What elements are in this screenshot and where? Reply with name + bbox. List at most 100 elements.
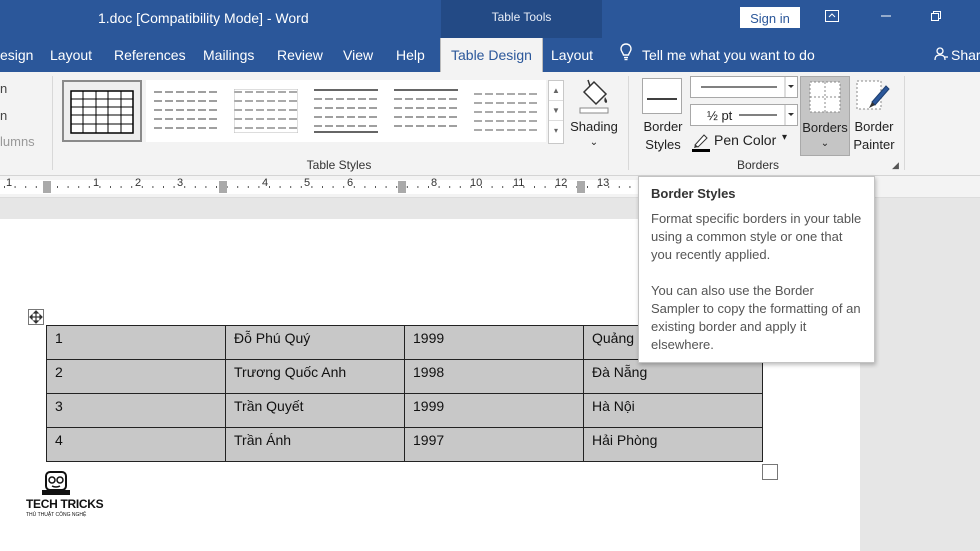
ruler-tick xyxy=(120,186,122,188)
ruler-tick xyxy=(152,186,154,188)
ruler-tick xyxy=(629,186,631,188)
share-label: Shar xyxy=(951,47,980,63)
ribbon-left-item-1[interactable]: n xyxy=(0,81,7,96)
border-styles-tooltip: Border Styles Format specific borders in… xyxy=(638,176,875,363)
ruler-tick xyxy=(163,186,164,188)
group-separator xyxy=(628,76,629,170)
table-cell[interactable]: 1997 xyxy=(404,427,584,462)
table-tools-context-label: Table Tools xyxy=(441,0,602,38)
ruler-number: 13 xyxy=(597,177,610,189)
ruler-tick xyxy=(99,186,101,188)
pen-color-button[interactable]: Pen Color ▾ xyxy=(692,130,798,152)
ribbon-left-item-3[interactable]: lumns xyxy=(0,134,35,149)
ruler-number: 5 xyxy=(304,177,311,189)
table-cell[interactable]: 3 xyxy=(46,393,226,428)
tab-help[interactable]: Help xyxy=(396,38,425,72)
tab-view[interactable]: View xyxy=(343,38,373,72)
table-cell[interactable]: Hà Nội xyxy=(583,393,763,428)
table-cell[interactable]: 1999 xyxy=(404,325,584,360)
table-move-handle-icon[interactable] xyxy=(28,309,44,325)
restore-icon[interactable] xyxy=(926,6,946,28)
table-style-plain-4[interactable] xyxy=(386,80,466,142)
tab-design[interactable]: esign xyxy=(0,38,33,72)
borders-button[interactable]: Borders ⌄ xyxy=(800,76,850,156)
table-style-plain-2[interactable] xyxy=(226,80,306,142)
shading-label: Shading xyxy=(570,119,618,134)
minimize-icon[interactable] xyxy=(876,6,896,28)
table-cell[interactable]: 1998 xyxy=(404,359,584,394)
tab-references[interactable]: References xyxy=(114,38,186,72)
table-row[interactable]: 4 Trần Ánh 1997 Hải Phòng xyxy=(46,427,763,462)
table-cell[interactable]: Trương Quốc Anh xyxy=(225,359,405,394)
ruler-tick xyxy=(459,186,461,188)
border-painter-icon xyxy=(856,80,890,117)
logo-tagline: THỦ THUẬT CÔNG NGHỆ xyxy=(26,512,87,518)
ruler-column-marker[interactable] xyxy=(577,181,585,193)
ruler-number: 12 xyxy=(555,177,568,189)
ruler-number: 6 xyxy=(347,177,354,189)
table-style-plain-3[interactable] xyxy=(306,80,386,142)
share-button[interactable]: Shar xyxy=(934,38,980,72)
border-painter-button[interactable]: Border Painter xyxy=(850,76,898,156)
ruler-tick xyxy=(173,186,175,188)
table-cell[interactable]: 1 xyxy=(46,325,226,360)
ruler-tick xyxy=(502,186,504,188)
ribbon-left-item-2[interactable]: n xyxy=(0,108,7,123)
ruler-tick xyxy=(322,186,323,188)
ruler-tick xyxy=(375,186,376,188)
table-style-grid[interactable] xyxy=(62,80,142,142)
ruler-column-marker[interactable] xyxy=(398,181,406,193)
table-cell[interactable]: 2 xyxy=(46,359,226,394)
tab-mailings[interactable]: Mailings xyxy=(203,38,254,72)
table-cell[interactable]: Đỗ Phú Quý xyxy=(225,325,405,360)
gallery-down-icon[interactable]: ▼ xyxy=(549,101,563,121)
line-weight-dropdown[interactable]: ½ pt xyxy=(690,104,798,126)
paint-bucket-icon xyxy=(578,78,610,119)
mascot-icon xyxy=(42,471,70,495)
table-row[interactable]: 2 Trương Quốc Anh 1998 Đà Nẵng xyxy=(46,359,763,394)
ruler-number: 2 xyxy=(135,177,142,189)
gallery-scroll[interactable]: ▲ ▼ ▾ xyxy=(548,80,564,144)
dialog-launcher-icon[interactable]: ◢ xyxy=(892,160,899,171)
tell-me-search[interactable]: Tell me what you want to do xyxy=(620,38,815,72)
tab-table-design[interactable]: Table Design xyxy=(440,38,543,72)
sign-in-button[interactable]: Sign in xyxy=(740,7,800,28)
ruler-tick xyxy=(364,186,366,188)
tab-table-layout[interactable]: Layout xyxy=(551,38,593,72)
ruler-tick xyxy=(88,186,90,188)
person-icon xyxy=(934,39,948,73)
shading-button[interactable]: Shading ⌄ xyxy=(566,78,622,158)
gallery-up-icon[interactable]: ▲ xyxy=(549,81,563,101)
table-cell[interactable]: 1999 xyxy=(404,393,584,428)
table-cell[interactable]: Hải Phòng xyxy=(583,427,763,462)
ruler-tick xyxy=(353,186,355,188)
line-style-dropdown[interactable] xyxy=(690,76,798,98)
ruler-number: 3 xyxy=(177,177,184,189)
tab-layout[interactable]: Layout xyxy=(50,38,92,72)
ruler-tick xyxy=(438,186,440,188)
ruler-number: 10 xyxy=(470,177,483,189)
ruler-tick xyxy=(205,186,207,188)
ruler-tick xyxy=(247,186,249,188)
table-row[interactable]: 3 Trần Quyết 1999 Hà Nội xyxy=(46,393,763,428)
table-cell[interactable]: Trần Quyết xyxy=(225,393,405,428)
pen-color-dropdown-icon: ▾ xyxy=(782,132,788,143)
gallery-more-icon[interactable]: ▾ xyxy=(549,121,563,141)
table-cell[interactable]: 4 xyxy=(46,427,226,462)
ruler-column-marker[interactable] xyxy=(43,181,51,193)
ruler-tick xyxy=(25,186,27,188)
table-cell[interactable]: Trần Ánh xyxy=(225,427,405,462)
tab-review[interactable]: Review xyxy=(277,38,323,72)
table-style-plain-5[interactable] xyxy=(466,80,546,142)
border-styles-button[interactable]: Border Styles xyxy=(636,76,690,156)
ruler-column-marker[interactable] xyxy=(219,181,227,193)
pen-color-label: Pen Color xyxy=(714,132,777,148)
table-cell[interactable]: Đà Nẵng xyxy=(583,359,763,394)
tooltip-title: Border Styles xyxy=(651,186,736,201)
border-styles-label-2: Styles xyxy=(645,137,681,152)
table-style-plain-1[interactable] xyxy=(146,80,226,142)
ribbon-display-icon[interactable] xyxy=(822,6,842,28)
table-resize-handle[interactable] xyxy=(762,464,778,480)
window-title: 1.doc [Compatibility Mode] - Word xyxy=(98,10,309,26)
ruler-tick xyxy=(544,186,546,188)
